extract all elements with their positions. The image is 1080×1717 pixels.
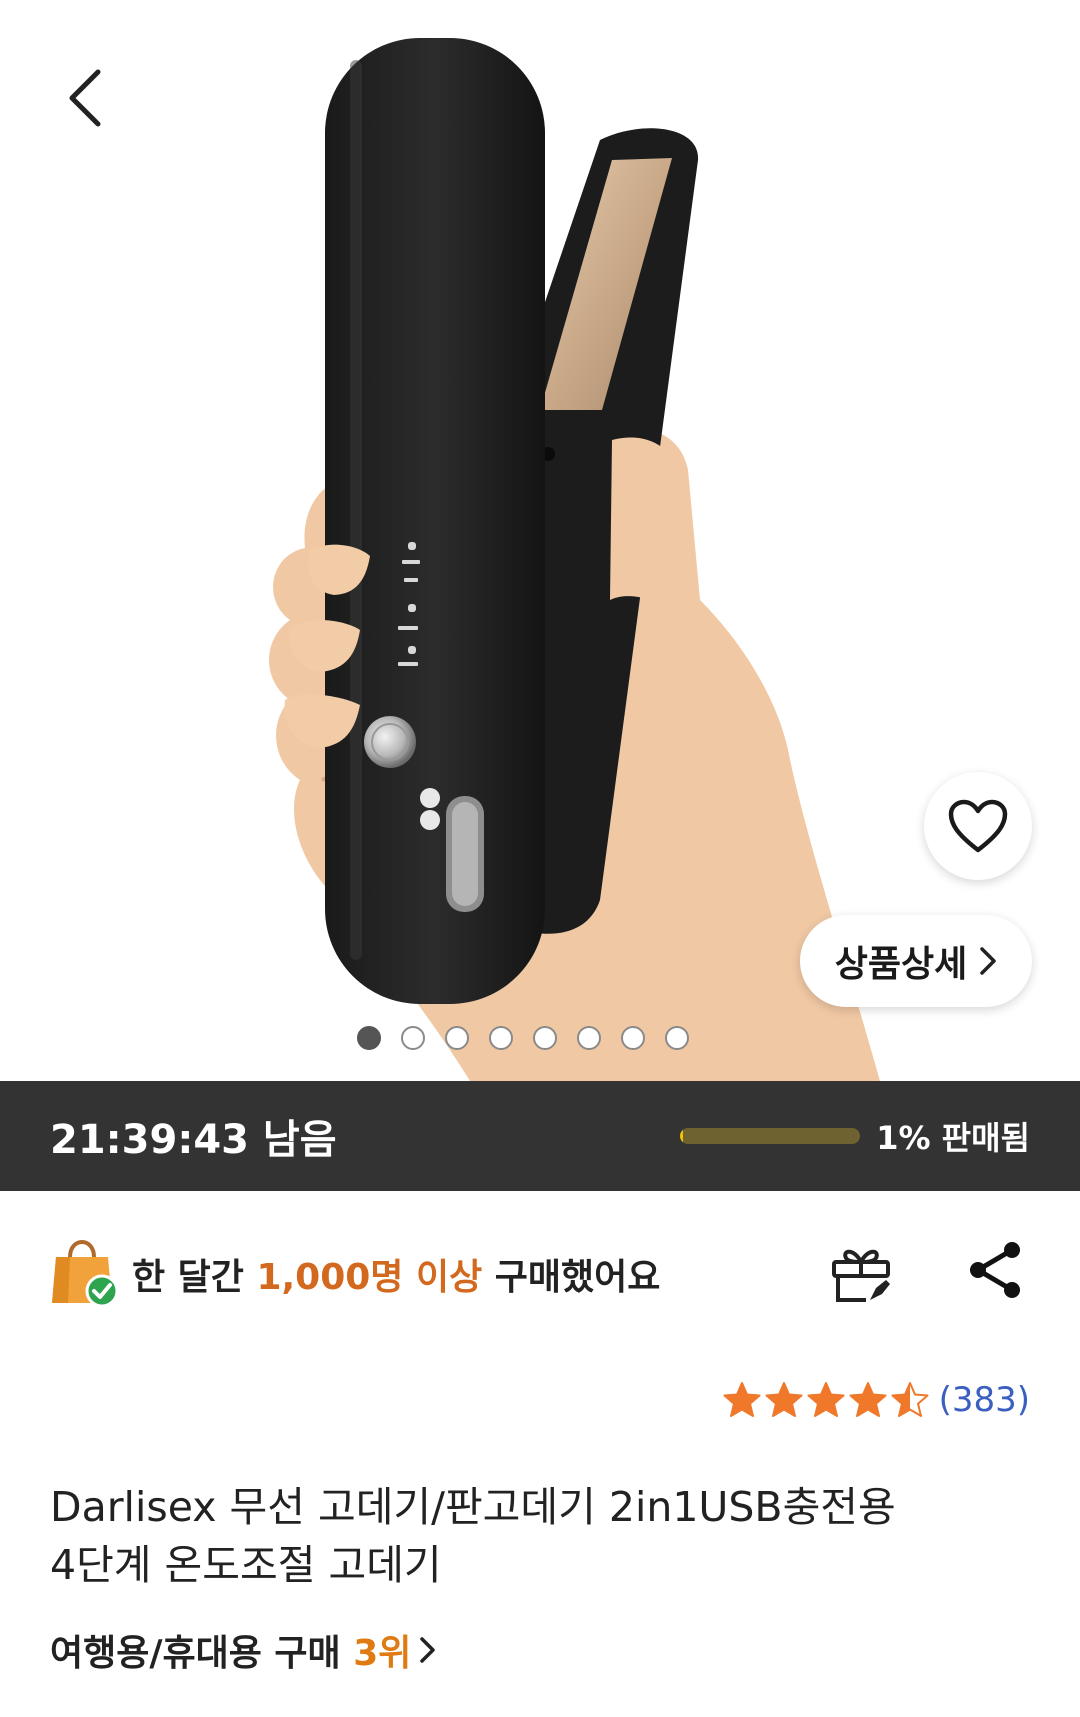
carousel-dot[interactable] [357,1026,381,1050]
purchase-proof-row: 한 달간 1,000명 이상 구매했어요 [50,1234,660,1314]
proof-suffix: 구매했어요 [482,1257,661,1298]
star-half-icon [891,1382,929,1417]
carousel-dot[interactable] [533,1026,557,1050]
chevron-left-icon [69,69,101,127]
proof-prefix: 한 달간 [132,1257,257,1298]
product-title-line2: 4단계 온도조절 고데기 [50,1541,442,1589]
gift-button[interactable] [828,1240,894,1306]
category-rank-link[interactable]: 여행용/휴대용 구매 3위 [50,1624,437,1676]
carousel-dot[interactable] [665,1026,689,1050]
carousel-dot[interactable] [401,1026,425,1050]
sold-progress: 1% 판매됨 [680,1113,1030,1159]
purchase-proof-text: 한 달간 1,000명 이상 구매했어요 [132,1248,660,1300]
carousel-dot[interactable] [577,1026,601,1050]
share-button[interactable] [964,1238,1028,1302]
carousel-dot[interactable] [445,1026,469,1050]
star-full-icon [849,1382,887,1417]
rank-value: 3위 [353,1633,412,1674]
deal-timer-bar: 21:39:43 남음 1% 판매됨 [0,1081,1080,1191]
rank-prefix: 여행용/휴대용 구매 [50,1633,354,1674]
review-count-link[interactable]: (383) [939,1380,1030,1420]
back-button[interactable] [48,58,120,138]
sold-percentage: 1% 판매됨 [876,1119,1030,1157]
product-detail-label: 상품상세 [834,944,968,985]
product-title-line1: Darlisex 무선 고데기/판고데기 2in1USB충전용 [50,1483,896,1531]
sold-progress-bar [680,1128,861,1144]
shopping-bag-check-icon [52,1239,118,1308]
product-image-carousel[interactable]: 상품상세 [0,0,1080,1081]
chevron-right-icon [420,1637,436,1663]
gift-icon [832,1249,890,1302]
product-detail-button[interactable]: 상품상세 [800,915,1032,1007]
carousel-indicator [357,1026,689,1050]
star-full-icon [807,1382,845,1417]
sold-progress-fill [680,1128,683,1144]
rating-row[interactable]: (383) [723,1380,1030,1420]
proof-highlight: 1,000명 이상 [256,1257,483,1298]
product-title: Darlisex 무선 고데기/판고데기 2in1USB충전용 4단계 온도조절… [50,1478,1030,1594]
remaining-time: 21:39:43 남음 [50,1117,337,1163]
star-full-icon [723,1382,761,1417]
heart-outline-icon [948,799,1008,853]
carousel-dot[interactable] [489,1026,513,1050]
share-icon [970,1242,1020,1298]
category-rank-text: 여행용/휴대용 구매 3위 [50,1624,411,1676]
chevron-right-icon [980,947,996,975]
wishlist-button[interactable] [924,772,1032,880]
star-rating [723,1381,929,1419]
carousel-dot[interactable] [621,1026,645,1050]
star-full-icon [765,1382,803,1417]
